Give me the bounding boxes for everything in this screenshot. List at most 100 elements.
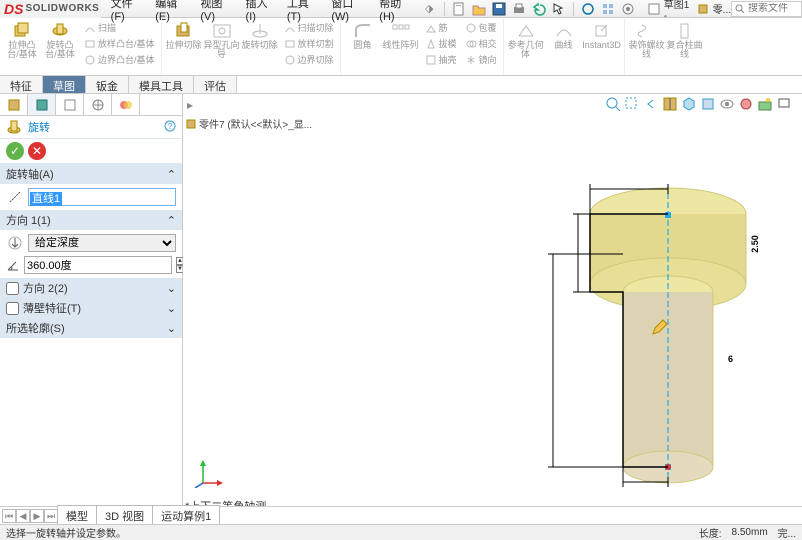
select-button[interactable] [550, 1, 568, 17]
menu-more-icon[interactable]: ⬗ [425, 2, 433, 15]
collapse-icon: ⌄ [167, 302, 176, 315]
tab-first-icon[interactable]: ⏮ [2, 509, 16, 523]
save-button[interactable] [490, 1, 508, 17]
axis-selection-value: 直线1 [30, 192, 62, 206]
tab-evaluate[interactable]: 评估 [194, 76, 237, 93]
shell-button[interactable]: 抽壳 [423, 52, 459, 67]
pm-tab-property[interactable] [28, 94, 56, 115]
boundary-boss-button[interactable]: 边界凸台/基体 [82, 52, 157, 67]
curves-button[interactable]: 曲线 [546, 20, 582, 59]
pm-confirm-row: ✓ ✕ [0, 139, 182, 164]
dir1-angle-input[interactable] [24, 256, 172, 274]
ribbon-group-cut: 拉伸切除 异型孔向导 旋转切除 扫描切除 放样切割 边界切除 [162, 18, 341, 75]
thin-checkbox[interactable] [6, 302, 19, 315]
section-axis-body: 直线1 [0, 184, 182, 210]
pm-tab-dimxpert[interactable] [84, 94, 112, 115]
dim-mid[interactable]: 6 [728, 354, 733, 364]
tab-sheetmetal[interactable]: 钣金 [86, 76, 129, 93]
section-dir2-header[interactable]: 方向 2(2) ⌄ [0, 278, 182, 298]
new-doc-button[interactable] [450, 1, 468, 17]
dir2-checkbox[interactable] [6, 282, 19, 295]
section-contour-header[interactable]: 所选轮廓(S) ⌄ [0, 318, 182, 338]
tab-next-icon[interactable]: ▶ [30, 509, 44, 523]
pm-tab-feature-tree[interactable] [0, 94, 28, 115]
pm-ok-button[interactable]: ✓ [6, 142, 24, 160]
print-button[interactable] [510, 1, 528, 17]
pm-cancel-button[interactable]: ✕ [28, 142, 46, 160]
collapse-icon: ⌄ [167, 322, 176, 335]
pm-tab-row [0, 94, 182, 116]
section-dir1-body: 给定深度 ▲▼ [0, 230, 182, 278]
svg-text:?: ? [168, 122, 173, 131]
title-bar: DS SOLIDWORKS 文件(F) 编辑(E) 视图(V) 插入(I) 工具… [0, 0, 802, 18]
search-icon [735, 4, 745, 14]
status-hint: 选择一旋转轴并设定参数。 [6, 525, 126, 540]
extrude-cut-button[interactable]: 拉伸切除 [166, 20, 202, 67]
dim-side[interactable]: 2.50 [750, 235, 760, 253]
wrap-button[interactable]: 包覆 [463, 20, 499, 35]
status-bar: 选择一旋转轴并设定参数。 长度: 8.50mm 完... [0, 524, 802, 540]
model-canvas[interactable] [183, 94, 802, 518]
help-icon[interactable]: ? [164, 120, 176, 135]
axis-icon [6, 188, 24, 206]
composite-curve-button[interactable]: 复合柱曲线 [667, 20, 703, 59]
settings-icon[interactable] [619, 1, 637, 17]
section-thin-header[interactable]: 薄壁特征(T) ⌄ [0, 298, 182, 318]
ribbon-group-reference: 参考几何体 曲线 Instant3D [504, 18, 625, 75]
ref-geometry-button[interactable]: 参考几何体 [508, 20, 544, 59]
options-button[interactable] [599, 1, 617, 17]
linear-pattern-button[interactable]: 线性阵列 [383, 20, 419, 67]
search-input[interactable] [748, 3, 798, 14]
collapse-icon: ⌄ [167, 282, 176, 295]
hole-wizard-button[interactable]: 异型孔向导 [204, 20, 240, 67]
status-length-value: 8.50mm [732, 527, 768, 538]
axis-selection-field[interactable]: 直线1 [28, 188, 176, 206]
ribbon-group-feature: 圆角 线性阵列 筋 拔模 抽壳 包覆 相交 镜向 [341, 18, 504, 75]
part-doc-icon[interactable] [694, 1, 710, 17]
tab-last-icon[interactable]: ⏭ [44, 509, 58, 523]
extrude-boss-button[interactable]: 拉伸凸台/基体 [4, 20, 40, 67]
graphics-viewport[interactable]: ▸ 零件7 (默认<<默认>_显... [183, 94, 802, 518]
ribbon-group-thread: 装饰螺纹线 复合柱曲线 [625, 18, 707, 75]
rib-button[interactable]: 筋 [423, 20, 459, 35]
tab-prev-icon[interactable]: ◀ [16, 509, 30, 523]
rebuild-button[interactable] [579, 1, 597, 17]
revolve-cut-button[interactable]: 旋转切除 [242, 20, 278, 67]
boundary-cut-button[interactable]: 边界切除 [282, 52, 336, 67]
status-done: 完... [778, 525, 796, 540]
pm-feature-header: 旋转 ? [0, 116, 182, 139]
undo-button[interactable] [530, 1, 548, 17]
tab-feature[interactable]: 特征 [0, 76, 43, 93]
revolve-boss-button[interactable]: 旋转凸台/基体 [42, 20, 78, 67]
app-logo: DS SOLIDWORKS [0, 0, 101, 18]
section-dir1-header[interactable]: 方向 1(1) ⌃ [0, 210, 182, 230]
breadcrumb-doc2[interactable]: 零... [713, 1, 731, 16]
fillet-button[interactable]: 圆角 [345, 20, 381, 67]
tab-sketch[interactable]: 草图 [43, 76, 86, 93]
collapse-icon: ⌃ [167, 214, 176, 227]
direction-icon[interactable] [6, 234, 24, 252]
draft-button[interactable]: 拔模 [423, 36, 459, 51]
quick-access-toolbar [441, 1, 637, 17]
thread-button[interactable]: 装饰螺纹线 [629, 20, 665, 59]
instant3d-button[interactable]: Instant3D [584, 20, 620, 59]
section-axis-header[interactable]: 旋转轴(A) ⌃ [0, 164, 182, 184]
pm-tab-config[interactable] [56, 94, 84, 115]
sweep-cut-button[interactable]: 扫描切除 [282, 20, 336, 35]
motion-tab-bar: ⏮ ◀ ▶ ⏭ 模型 3D 视图 运动算例1 [0, 506, 802, 524]
tab-nav-arrows: ⏮ ◀ ▶ ⏭ [2, 509, 58, 523]
view-triad-icon[interactable] [193, 458, 223, 488]
tab-mold[interactable]: 模具工具 [129, 76, 194, 93]
sketch-doc-icon[interactable] [645, 1, 661, 17]
command-tabs: 特征 草图 钣金 模具工具 评估 [0, 76, 802, 94]
dir1-type-select[interactable]: 给定深度 [28, 234, 176, 252]
loft-cut-button[interactable]: 放样切割 [282, 36, 336, 51]
intersect-button[interactable]: 相交 [463, 36, 499, 51]
mirror-button[interactable]: 镜向 [463, 52, 499, 67]
pm-tab-display[interactable] [112, 94, 140, 115]
sweep-boss-button[interactable]: 扫描 [82, 20, 157, 35]
angle-icon [6, 256, 20, 274]
loft-boss-button[interactable]: 放样凸台/基体 [82, 36, 157, 51]
search-box[interactable] [731, 1, 802, 17]
open-button[interactable] [470, 1, 488, 17]
